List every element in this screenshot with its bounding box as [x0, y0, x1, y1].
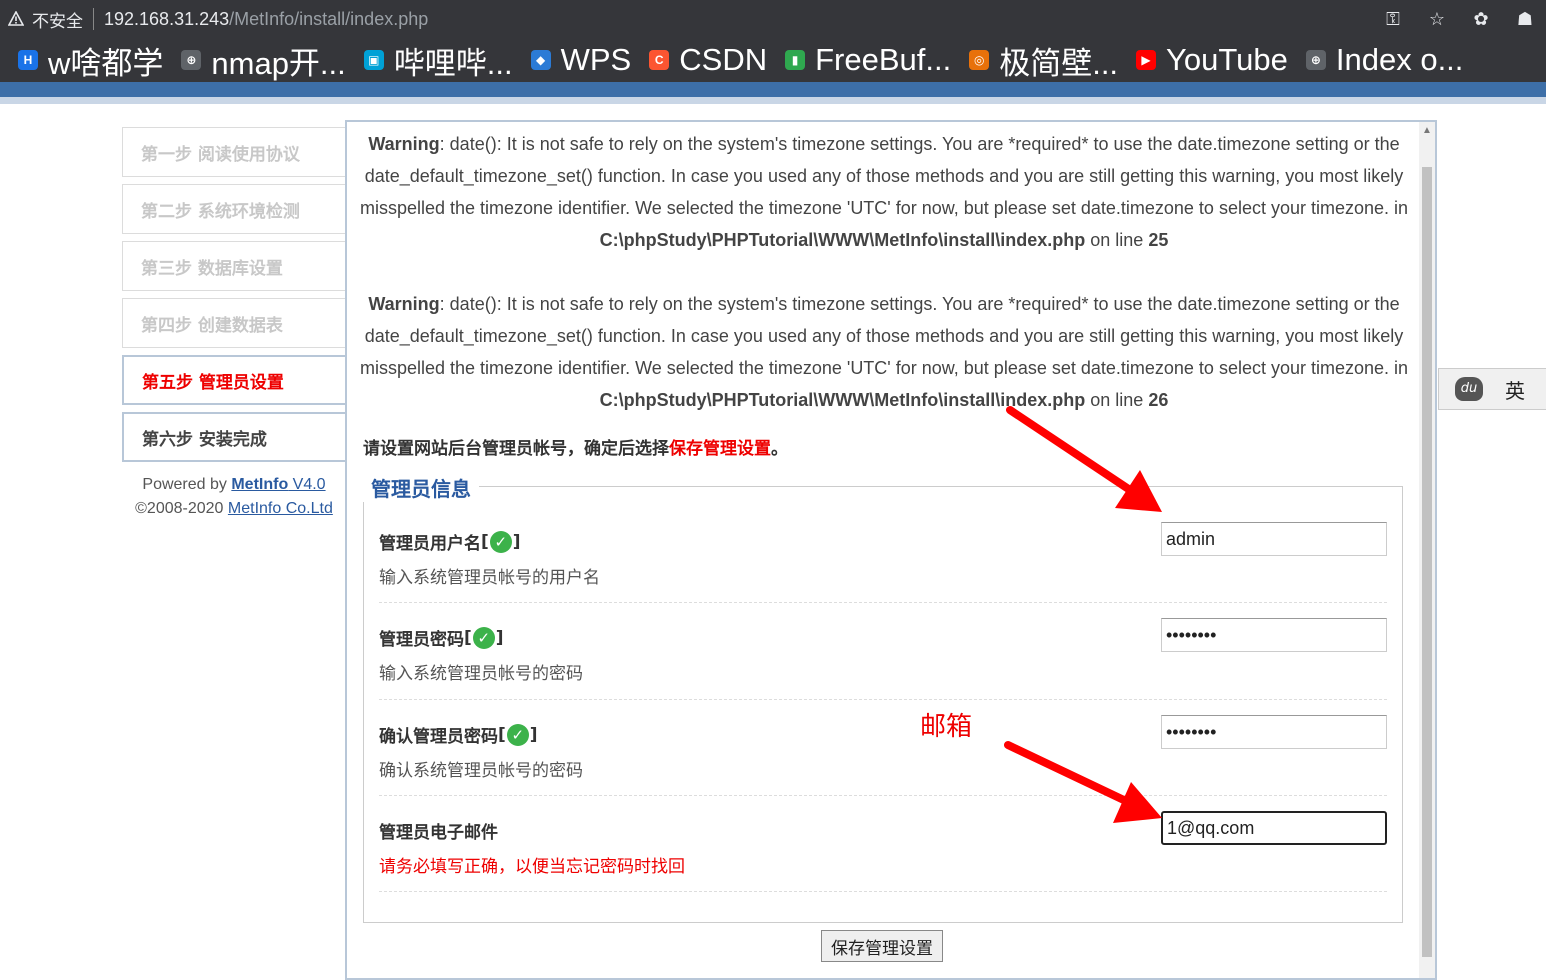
valid-check-icon: ✓: [472, 626, 495, 649]
bookmark-3[interactable]: ◆ WPS: [530, 42, 632, 78]
step-2[interactable]: 第二步 系统环境检测: [122, 184, 346, 234]
extensions-icon[interactable]: ✿: [1470, 8, 1492, 30]
ime-toolbar[interactable]: du 英: [1438, 368, 1546, 410]
bookmark-label: nmap开...: [211, 45, 346, 81]
bookmark-favicon-icon: ▮: [785, 50, 806, 70]
star-icon[interactable]: ☆: [1426, 8, 1448, 30]
scrollbar[interactable]: ▲: [1419, 122, 1435, 978]
bookmark-label: CSDN: [679, 42, 768, 77]
baidu-ime-icon[interactable]: du: [1455, 377, 1483, 401]
valid-check-icon: ✓: [489, 530, 512, 553]
email-desc: 请务必填写正确，以便当忘记密码时找回: [379, 857, 685, 877]
bookmark-label: FreeBuf...: [815, 42, 952, 77]
step-6[interactable]: 第六步 安装完成: [122, 412, 346, 462]
step-1[interactable]: 第一步 阅读使用协议: [122, 127, 346, 177]
confirm-password-desc: 确认系统管理员帐号的密码: [379, 761, 583, 781]
bookmark-6[interactable]: ◎ 极简壁...: [969, 38, 1118, 82]
url-text[interactable]: 192.168.31.243/MetInfo/install/index.php: [104, 9, 428, 30]
password-label: 管理员密码 [✓]: [379, 626, 504, 650]
address-bar[interactable]: 不安全 192.168.31.243/MetInfo/install/index…: [0, 0, 1546, 38]
php-warning-2: Warning: date(): It is not safe to rely …: [359, 294, 1409, 410]
username-desc: 输入系统管理员帐号的用户名: [379, 568, 600, 588]
step-4[interactable]: 第四步 创建数据表: [122, 298, 346, 348]
bookmark-5[interactable]: ▮ FreeBuf...: [785, 42, 951, 78]
email-label: 管理员电子邮件: [379, 823, 498, 843]
divider: [93, 8, 94, 30]
bookmark-0[interactable]: Hw啥都学: [18, 38, 163, 82]
bookmark-label: 哔哩哔...: [393, 45, 513, 81]
scrollbar-thumb[interactable]: [1422, 167, 1432, 957]
email-annotation: 邮箱: [920, 712, 973, 742]
bookmark-favicon-icon: ◆: [530, 50, 551, 70]
bookmark-favicon-icon: ▶: [1136, 50, 1157, 70]
password-row: 管理员密码 [✓] 输入系统管理员帐号的密码: [379, 603, 1387, 700]
site-header-divider: [0, 97, 1546, 104]
url-host: 192.168.31.243: [104, 8, 230, 29]
scroll-up-icon[interactable]: ▲: [1422, 126, 1432, 136]
bookmark-favicon-icon: ◎: [969, 50, 990, 70]
bookmark-label: Index o...: [1335, 42, 1464, 77]
step-5-active[interactable]: 第五步 管理员设置: [122, 355, 346, 405]
ime-lang-toggle[interactable]: 英: [1505, 375, 1525, 404]
url-path: /MetInfo/install/index.php: [229, 8, 429, 29]
confirm-password-row: 确认管理员密码 [✓] 确认系统管理员帐号的密码: [379, 700, 1387, 796]
admin-setup-intro: 请设置网站后台管理员帐号，确定后选择保存管理设置。: [363, 439, 788, 459]
company-link[interactable]: MetInfo Co.Ltd: [228, 500, 333, 517]
copyright-prefix: ©2008-2020: [135, 500, 228, 517]
php-warning-1: Warning: date(): It is not safe to rely …: [359, 134, 1409, 250]
metinfo-link[interactable]: MetInfo V4.0: [231, 476, 325, 493]
bookmark-4[interactable]: C CSDN: [649, 42, 767, 78]
insecure-label[interactable]: 不安全: [32, 7, 83, 32]
bookmark-favicon-icon: ▣: [363, 50, 384, 70]
password-input[interactable]: [1161, 618, 1387, 652]
install-steps-nav: 第一步 阅读使用协议 第二步 系统环境检测 第三步 数据库设置 第四步 创建数据…: [122, 127, 346, 469]
bookmark-2[interactable]: ▣ 哔哩哔...: [363, 38, 513, 82]
bookmark-7[interactable]: ▶ YouTube: [1136, 42, 1288, 78]
valid-check-icon: ✓: [506, 723, 529, 746]
main-panel: ▲ Warning: date(): It is not safe to rel…: [345, 120, 1437, 980]
password-desc: 输入系统管理员帐号的密码: [379, 664, 583, 684]
bookmark-favicon-icon: ⊕: [1305, 50, 1326, 70]
bookmark-1[interactable]: ⊕ nmap开...: [181, 38, 346, 82]
bookmark-favicon-icon: C: [649, 50, 670, 70]
bookmark-favicon-icon: ⊕: [181, 50, 202, 70]
save-admin-button[interactable]: 保存管理设置: [821, 930, 943, 962]
bookmarks-bar: Hw啥都学 ⊕ nmap开... ▣ 哔哩哔... ◆ WPS C CSDN ▮ FreeBuf..…: [0, 38, 1546, 82]
bookmark-label: WPS: [560, 42, 632, 77]
powered-by: Powered by MetInfo V4.0 ©2008-2020 MetIn…: [122, 473, 346, 521]
username-row: 管理员用户名 [✓] 输入系统管理员帐号的用户名: [379, 517, 1387, 603]
confirm-password-label: 确认管理员密码 [✓]: [379, 723, 538, 747]
key-icon[interactable]: ⚿: [1382, 8, 1404, 30]
username-label: 管理员用户名 [✓]: [379, 530, 521, 554]
bookmark-label: YouTube: [1166, 42, 1288, 77]
bookmark-favicon-icon: H: [18, 50, 38, 70]
confirm-password-input[interactable]: [1161, 715, 1387, 749]
admin-info-legend: 管理员信息: [363, 473, 479, 502]
warning-triangle-icon: [8, 11, 24, 26]
powered-prefix: Powered by: [142, 476, 232, 493]
step-3[interactable]: 第三步 数据库设置: [122, 241, 346, 291]
bookmark-label: 极简壁...: [999, 45, 1119, 81]
bookmark-8[interactable]: ⊕ Index o...: [1305, 42, 1464, 78]
email-row: 管理员电子邮件 请务必填写正确，以便当忘记密码时找回: [379, 796, 1387, 892]
bookmark-label: w啥都学: [48, 45, 164, 81]
username-input[interactable]: [1161, 522, 1387, 556]
profile-icon[interactable]: ☗: [1514, 8, 1536, 30]
email-input[interactable]: [1161, 811, 1387, 845]
